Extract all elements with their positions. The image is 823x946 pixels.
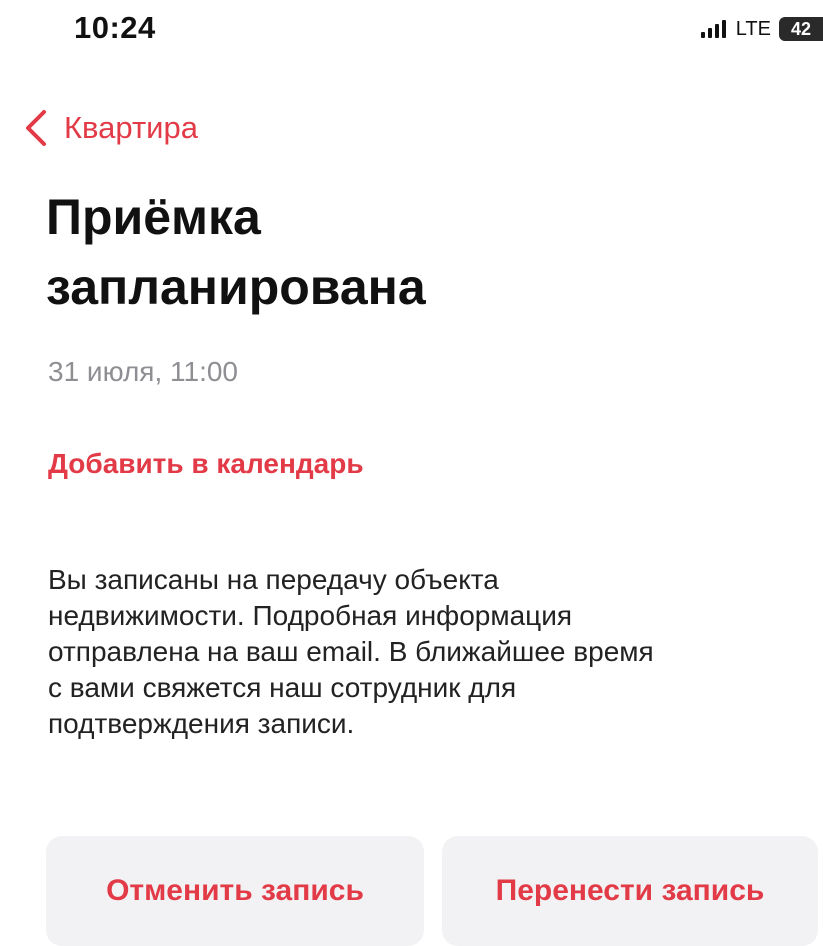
signal-icon: [700, 20, 726, 38]
status-time: 10:24: [74, 10, 156, 45]
add-to-calendar-link[interactable]: Добавить в календарь: [48, 448, 364, 480]
description-text: Вы записаны на передачу объекта недвижим…: [48, 564, 654, 739]
reschedule-appointment-button[interactable]: Перенести запись: [442, 836, 818, 946]
battery-icon: 42: [779, 17, 823, 41]
cancel-appointment-button[interactable]: Отменить запись: [46, 836, 424, 946]
battery-level: 42: [790, 18, 812, 39]
chevron-left-icon: [26, 110, 46, 146]
status-indicators: LTE 42: [700, 14, 823, 44]
status-bar: 10:24 LTE 42: [0, 0, 823, 60]
appointment-date: 31 июля, 11:00: [48, 356, 238, 387]
page-title: Приёмка запланирована: [46, 189, 426, 315]
back-button[interactable]: Квартира: [20, 106, 198, 150]
back-label: Квартира: [64, 110, 198, 145]
network-label: LTE: [735, 17, 771, 40]
